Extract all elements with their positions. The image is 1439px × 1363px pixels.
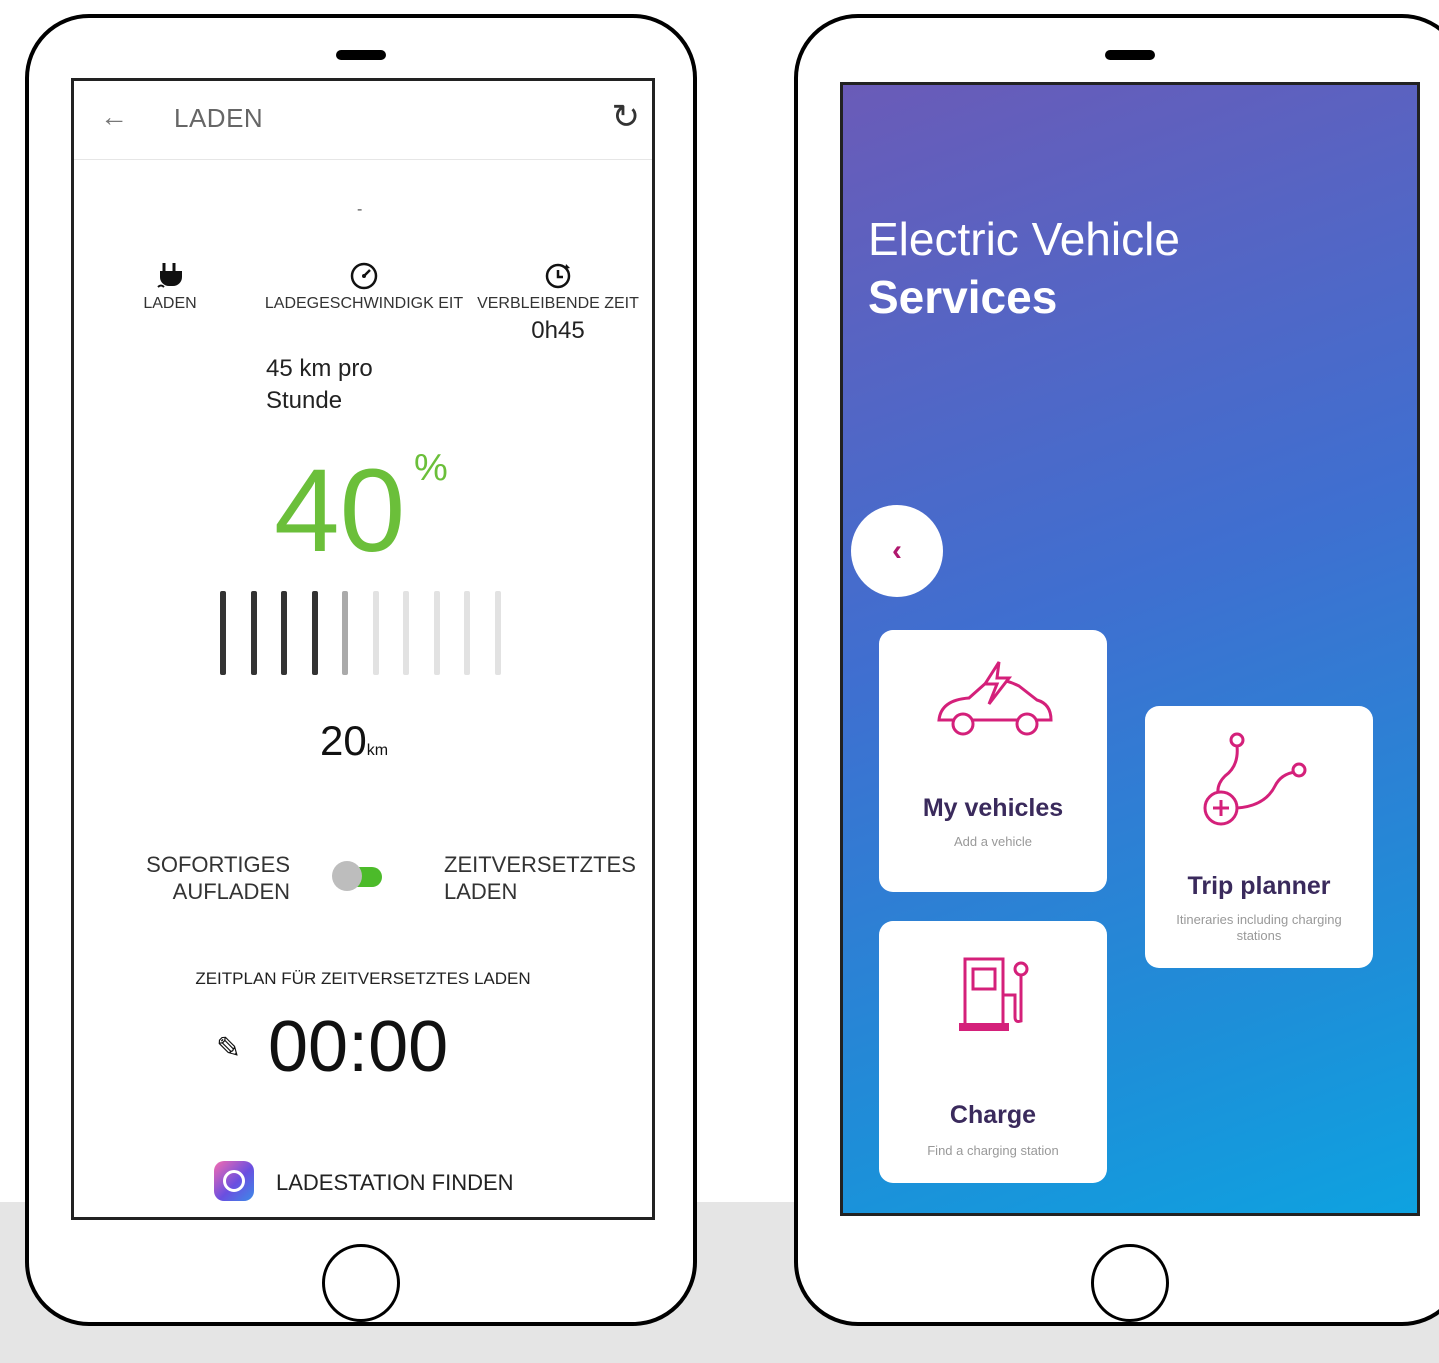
toggle-label-delayed: ZEITVERSETZTES LADEN <box>444 852 636 904</box>
pencil-icon[interactable]: ✎ <box>216 1031 241 1066</box>
stat-label: VERBLEIBENDE ZEIT <box>477 295 639 312</box>
app-logo-icon <box>214 1161 254 1201</box>
find-station-label: LADESTATION FINDEN <box>276 1170 514 1195</box>
back-arrow-icon[interactable]: ← <box>100 101 128 133</box>
screen-left: ← LADEN ↻ - LADEN LADEGESCHWINDIGK EIT 4… <box>71 78 655 1220</box>
phone-frame-right: Electric Vehicle Services ‹ My vehicles … <box>794 14 1439 1326</box>
speaker <box>1105 50 1155 60</box>
card-trip-planner[interactable]: Trip planner Itineraries including charg… <box>1145 706 1373 968</box>
heading: Electric Vehicle Services <box>868 210 1180 326</box>
card-my-vehicles[interactable]: My vehicles Add a vehicle <box>879 630 1107 892</box>
stat-label: LADEN <box>143 295 197 312</box>
charge-bar <box>464 591 470 675</box>
electric-car-icon <box>937 661 1053 736</box>
charge-bar <box>342 591 348 675</box>
battery-percent: 40 <box>274 445 406 577</box>
charging-mode-toggle[interactable] <box>332 861 386 891</box>
heading-line-1: Electric Vehicle <box>868 213 1180 265</box>
screen-right: Electric Vehicle Services ‹ My vehicles … <box>840 82 1420 1216</box>
charge-bar <box>311 591 318 675</box>
toggle-label-instant: SOFORTIGES AUFLADEN <box>146 852 290 904</box>
range-value: 20 <box>320 717 367 764</box>
home-button[interactable] <box>1091 1244 1169 1322</box>
schedule-label: ZEITPLAN FÜR ZEITVERSETZTES LADEN <box>195 969 531 988</box>
charge-bar <box>494 591 501 675</box>
card-subtitle: Find a charging station <box>927 1143 1059 1158</box>
clock-icon <box>468 259 648 293</box>
stat-speed: LADEGESCHWINDIGK EIT <box>264 259 464 315</box>
charge-bar <box>250 591 257 675</box>
stat-remaining-value: 0h45 <box>531 317 585 344</box>
phone-frame-left: ← LADEN ↻ - LADEN LADEGESCHWINDIGK EIT 4… <box>25 14 697 1326</box>
stat-label: LADEGESCHWINDIGK EIT <box>264 295 464 312</box>
home-button[interactable] <box>322 1244 400 1322</box>
charge-bar <box>403 591 409 675</box>
range-readout: 20km <box>320 717 388 765</box>
plug-icon <box>128 259 212 293</box>
card-subtitle: Itineraries including charging stations <box>1176 912 1342 943</box>
card-title: Trip planner <box>1187 872 1331 900</box>
refresh-icon[interactable]: ↻ <box>612 97 641 137</box>
range-unit: km <box>366 742 389 759</box>
page-title: LADEN <box>174 103 264 133</box>
charging-station-icon <box>959 957 1029 1031</box>
charge-bar <box>372 591 379 675</box>
speaker <box>336 50 386 60</box>
speedometer-icon <box>264 259 464 293</box>
app-bar: ← LADEN ↻ <box>74 81 652 160</box>
card-charge[interactable]: Charge Find a charging station <box>879 921 1107 1183</box>
percent-sign: % <box>414 447 448 489</box>
chevron-left-icon[interactable]: ‹ <box>851 505 943 597</box>
charge-bar <box>220 591 226 675</box>
heading-line-2: Services <box>868 271 1058 323</box>
card-title: My vehicles <box>922 794 1064 822</box>
stat-charging: LADEN <box>128 259 212 315</box>
charge-bar <box>281 591 287 675</box>
status-dash: - <box>357 201 363 218</box>
stat-remaining: VERBLEIBENDE ZEIT 0h45 <box>468 259 648 347</box>
toggle-knob <box>332 861 362 891</box>
stat-speed-value: 45 km pro Stunde <box>266 355 373 414</box>
route-icon <box>1203 732 1307 826</box>
schedule-time[interactable]: 00:00 <box>268 1006 448 1088</box>
charge-bar <box>433 591 440 675</box>
card-title: Charge <box>949 1101 1037 1129</box>
card-subtitle: Add a vehicle <box>953 834 1033 849</box>
